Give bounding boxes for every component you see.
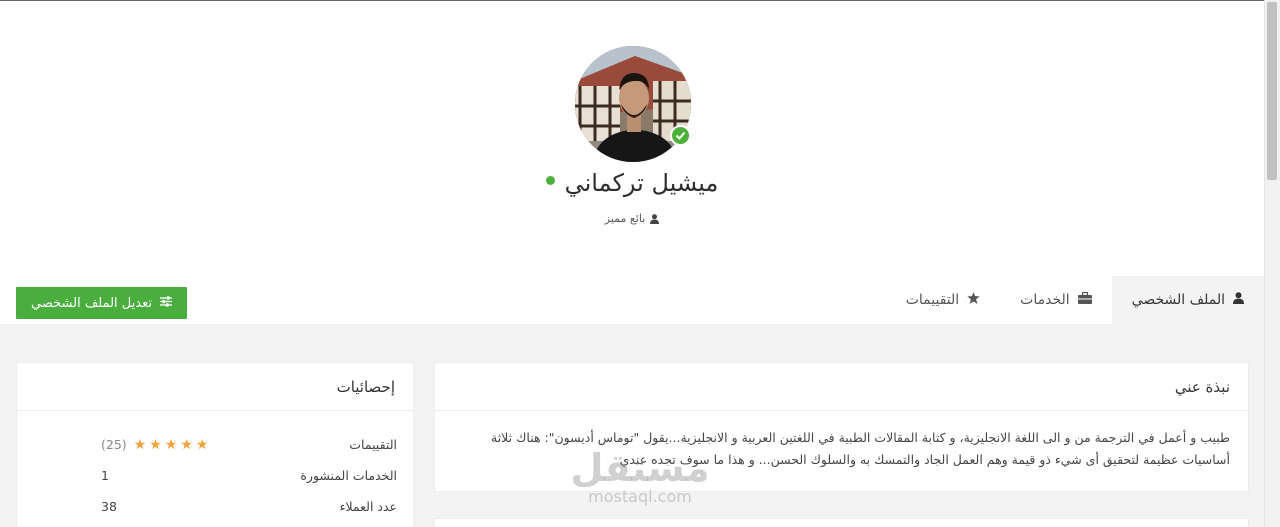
star-icon: ★ (195, 436, 209, 453)
stats-title: إحصائيات (17, 363, 413, 411)
next-card (434, 518, 1249, 527)
profile-name: ميشيل تركماني (564, 169, 719, 197)
star-icon: ★ (180, 436, 193, 453)
tab-label: التقييمات (905, 292, 960, 308)
page-scrollbar[interactable] (1264, 0, 1280, 527)
verified-badge-icon (670, 125, 691, 146)
about-text: طبيب و أعمل في الترجمة من و الى اللغة ال… (491, 430, 1230, 467)
tab-profile[interactable]: الملف الشخصي (1111, 276, 1264, 324)
star-icon: ★ (164, 436, 178, 453)
sliders-icon (159, 295, 172, 311)
stat-label: التقييمات (349, 437, 397, 452)
rating-stars: (25) ★ ★ ★ ★ ★ (101, 437, 208, 452)
stats-card: إحصائيات التقييمات (25) ★ ★ ★ ★ ★ الخدما… (16, 362, 414, 527)
star-icon: ★ (149, 436, 162, 453)
stat-row-services: الخدمات المنشورة 1 (17, 468, 415, 488)
avatar-photo (575, 46, 691, 162)
profile-role: بائع مميز (604, 212, 646, 225)
briefcase-icon (1077, 291, 1092, 308)
user-icon (650, 209, 660, 228)
avatar (575, 46, 691, 162)
role-row: بائع مميز (0, 209, 1264, 228)
edit-profile-button[interactable]: تعديل الملف الشخصي (16, 287, 187, 319)
stat-value: 38 (101, 499, 117, 514)
star-icon: ★ (133, 436, 147, 453)
user-icon (1233, 292, 1244, 308)
tab-label: الخدمات (1020, 292, 1070, 308)
stat-value: 1 (101, 468, 109, 483)
scrollbar-thumb[interactable] (1267, 2, 1277, 180)
name-row: ميشيل تركماني (0, 169, 1264, 197)
profile-tabs: الملف الشخصي الخدمات التقييمات (886, 276, 1264, 324)
stat-row-clients: عدد العملاء 38 (17, 499, 415, 519)
tab-reviews[interactable]: التقييمات (886, 276, 1000, 324)
stat-row-reviews: التقييمات (25) ★ ★ ★ ★ ★ (17, 437, 415, 457)
about-title: نبذة عني (435, 363, 1248, 411)
rating-count: (25) (101, 437, 127, 452)
stat-label: الخدمات المنشورة (300, 468, 397, 483)
star-icon (967, 292, 980, 308)
stat-label: عدد العملاء (339, 499, 397, 514)
edit-profile-label: تعديل الملف الشخصي (31, 295, 152, 311)
tab-services[interactable]: الخدمات (1000, 276, 1112, 324)
online-status-dot (545, 175, 555, 185)
about-card: نبذة عني طبيب و أعمل في الترجمة من و الى… (434, 362, 1249, 492)
tab-label: الملف الشخصي (1131, 292, 1225, 308)
